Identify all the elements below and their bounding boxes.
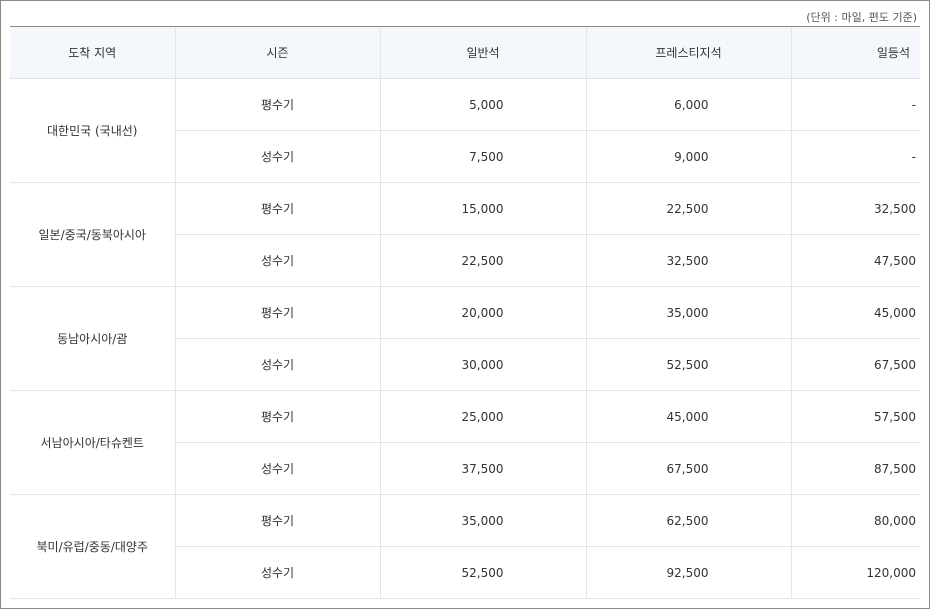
prestige-miles-cell: 9,000 bbox=[585, 130, 791, 183]
prestige-miles-cell: 22,500 bbox=[585, 182, 791, 235]
prestige-miles-cell: 67,500 bbox=[585, 442, 791, 495]
economy-miles-cell: 37,500 bbox=[379, 442, 586, 495]
mileage-table: 도착 지역 시즌 일반석 프레스티지석 일등석 대한민국 (국내선) 평수기 5,0… bbox=[10, 26, 920, 599]
unit-note: (단위 : 마일, 편도 기준) bbox=[806, 11, 917, 24]
economy-miles-cell: 15,000 bbox=[379, 182, 586, 235]
first-miles-cell: 32,500 bbox=[790, 182, 920, 235]
region-name: 북미/유럽/중동/대양주 bbox=[10, 494, 175, 599]
economy-miles-cell: 22,500 bbox=[379, 234, 586, 287]
header-season: 시즌 bbox=[174, 26, 380, 79]
season-cell: 성수기 bbox=[174, 130, 380, 183]
table-body: 대한민국 (국내선) 평수기 5,000 6,000- 성수기 7,500 9,000- 일본… bbox=[10, 78, 920, 599]
economy-miles-cell: 7,500 bbox=[379, 130, 586, 183]
first-miles-cell: 80,000 bbox=[790, 494, 920, 547]
season-cell: 성수기 bbox=[174, 442, 380, 495]
first-miles-cell: - bbox=[790, 78, 920, 131]
table-row: 서남아시아/타슈켄트 평수기 25,000 45,000 57,500 bbox=[10, 390, 920, 495]
economy-miles-cell: 5,000 bbox=[379, 78, 586, 131]
prestige-miles-cell: 62,500 bbox=[585, 494, 791, 547]
prestige-miles-cell: 45,000 bbox=[585, 390, 791, 443]
prestige-miles-cell: 32,500 bbox=[585, 234, 791, 287]
first-miles-cell: 87,500 bbox=[790, 442, 920, 495]
first-miles-cell: 45,000 bbox=[790, 286, 920, 339]
season-cell: 평수기 bbox=[174, 78, 380, 131]
economy-miles-cell: 25,000 bbox=[379, 390, 586, 443]
season-cell: 평수기 bbox=[174, 390, 380, 443]
table-row: 일본/중국/동북아시아 평수기 15,000 22,500 32,500 bbox=[10, 182, 920, 287]
first-miles-cell: - bbox=[790, 130, 920, 183]
economy-miles-cell: 20,000 bbox=[379, 286, 586, 339]
header-first: 일등석 bbox=[790, 26, 920, 79]
first-miles-cell: 47,500 bbox=[790, 234, 920, 287]
first-miles-cell: 67,500 bbox=[790, 338, 920, 391]
prestige-miles-cell: 35,000 bbox=[585, 286, 791, 339]
table-header-row: 도착 지역 시즌 일반석 프레스티지석 일등석 bbox=[10, 26, 920, 79]
economy-miles-cell: 35,000 bbox=[379, 494, 586, 547]
region-name: 대한민국 (국내선) bbox=[10, 78, 175, 183]
table-row: 동남아시아/괌 평수기 20,000 35,000 45,000 bbox=[10, 286, 920, 391]
season-cell: 평수기 bbox=[174, 286, 380, 339]
table-row: 대한민국 (국내선) 평수기 5,000 6,000- bbox=[10, 78, 920, 183]
season-cell: 평수기 bbox=[174, 182, 380, 235]
header-economy: 일반석 bbox=[379, 26, 586, 79]
season-cell: 평수기 bbox=[174, 494, 380, 547]
season-cell: 성수기 bbox=[174, 546, 380, 599]
header-prestige: 프레스티지석 bbox=[585, 26, 791, 79]
table-row: 북미/유럽/중동/대양주 평수기 35,000 62,500 80,000 bbox=[10, 494, 920, 599]
season-cell: 성수기 bbox=[174, 234, 380, 287]
region-name: 동남아시아/괌 bbox=[10, 286, 175, 391]
region-name: 서남아시아/타슈켄트 bbox=[10, 390, 175, 495]
prestige-miles-cell: 52,500 bbox=[585, 338, 791, 391]
economy-miles-cell: 52,500 bbox=[379, 546, 586, 599]
prestige-miles-cell: 6,000 bbox=[585, 78, 791, 131]
mileage-chart-panel: (단위 : 마일, 편도 기준) 도착 지역 시즌 일반석 프레스티지석 일등석… bbox=[0, 0, 930, 609]
economy-miles-cell: 30,000 bbox=[379, 338, 586, 391]
season-cell: 성수기 bbox=[174, 338, 380, 391]
region-name: 일본/중국/동북아시아 bbox=[10, 182, 175, 287]
first-miles-cell: 57,500 bbox=[790, 390, 920, 443]
header-region: 도착 지역 bbox=[10, 26, 175, 79]
first-miles-cell: 120,000 bbox=[790, 546, 920, 599]
prestige-miles-cell: 92,500 bbox=[585, 546, 791, 599]
